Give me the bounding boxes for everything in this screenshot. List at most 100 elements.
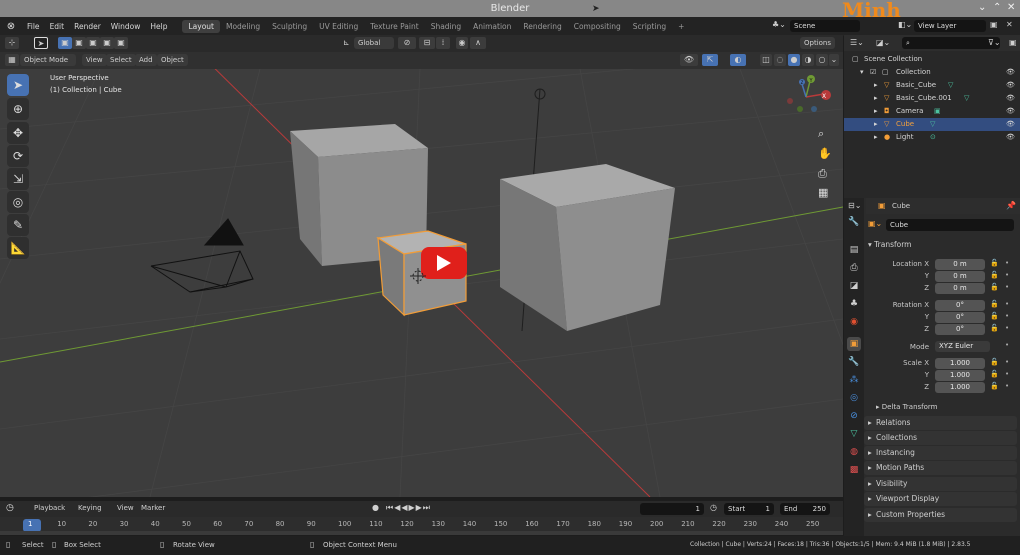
preview-range-icon[interactable]: ◷ [710, 503, 717, 512]
maximize-icon[interactable]: ⌃ [993, 3, 1001, 13]
menu-window[interactable]: Window [106, 22, 146, 31]
editor-type-icon[interactable]: ⊹ [5, 37, 19, 49]
menu-render[interactable]: Render [69, 22, 106, 31]
menu-edit[interactable]: Edit [45, 22, 70, 31]
annotate-tool-icon[interactable]: ✎ [7, 214, 29, 236]
menu-add[interactable]: Add [135, 54, 157, 66]
tab-compositing[interactable]: Compositing [568, 20, 627, 33]
eye-icon[interactable]: 👁 [1006, 131, 1015, 144]
display-mode-icon[interactable]: ◪⌄ [876, 38, 890, 47]
new-view-layer-icon[interactable]: ▣ [990, 20, 998, 29]
location-y-field[interactable]: 0 m [935, 271, 985, 282]
scale-y-field[interactable]: 1.000 [935, 370, 985, 381]
view-layer-tab-icon[interactable]: ◪ [847, 279, 861, 293]
keyframe-dot-icon[interactable]: • [1005, 341, 1009, 349]
timeline-menu-view[interactable]: View [117, 504, 134, 512]
move-tool-icon[interactable]: ✥ [7, 122, 29, 144]
menu-select[interactable]: Select [106, 54, 136, 66]
data-tab-icon[interactable]: ▽ [847, 427, 861, 441]
expand-arrow-icon[interactable]: ▸ [874, 131, 878, 144]
menu-view[interactable]: View [82, 54, 107, 66]
snap-toggle-icon[interactable]: ⊟ [419, 37, 435, 49]
close-icon[interactable]: ✕ [1007, 3, 1015, 13]
rendered-shading-icon[interactable]: ○ [816, 54, 828, 66]
scene-icon[interactable]: ♣⌄ [772, 20, 786, 29]
constraints-tab-icon[interactable]: ⊘ [847, 409, 861, 423]
keyframe-dot-icon[interactable]: • [1005, 300, 1009, 308]
rotation-mode-dropdown[interactable]: XYZ Euler [935, 341, 990, 352]
lock-icon[interactable]: 🔓 [990, 370, 999, 378]
shading-options-icon[interactable]: ⌄ [829, 54, 839, 66]
visibility-panel[interactable]: ▸ Visibility [864, 477, 1017, 491]
object-name-field[interactable]: Cube [886, 219, 1014, 231]
select-mode-subtract-icon[interactable]: ▣ [86, 37, 100, 49]
keyframe-dot-icon[interactable]: • [1005, 271, 1009, 279]
location-z-field[interactable]: 0 m [935, 283, 985, 294]
expand-arrow-icon[interactable]: ▸ [874, 105, 878, 118]
lock-icon[interactable]: 🔓 [990, 358, 999, 366]
tab-rendering[interactable]: Rendering [517, 20, 567, 33]
rotation-y-field[interactable]: 0° [935, 312, 985, 323]
tab-layout[interactable]: Layout [182, 20, 220, 33]
outliner-search-input[interactable]: ⌕ [902, 37, 1000, 49]
properties-editor-icon[interactable]: ⊟⌄ [848, 201, 861, 210]
object-mode-icon[interactable]: ▦ [5, 54, 19, 66]
outliner-item-selected[interactable]: ▸ ▽ Cube ▽ 👁 [844, 118, 1020, 131]
collections-panel[interactable]: ▸ Collections [864, 431, 1017, 445]
keyframe-dot-icon[interactable]: • [1005, 283, 1009, 291]
record-icon[interactable]: ● [372, 503, 379, 512]
output-tab-icon[interactable]: ⎙ [847, 261, 861, 275]
mesh-data-icon[interactable]: ▽ [930, 118, 935, 131]
overlays-toggle-icon[interactable]: ◐ [730, 54, 746, 66]
instancing-panel[interactable]: ▸ Instancing [864, 446, 1017, 460]
checkbox-icon[interactable]: ☑ [870, 66, 876, 79]
outliner-collection[interactable]: ▾ ☑ ▢ Collection 👁 [844, 66, 1020, 79]
tab-shading[interactable]: Shading [425, 20, 467, 33]
tab-scripting[interactable]: Scripting [627, 20, 672, 33]
expand-arrow-icon[interactable]: ▸ [874, 118, 878, 131]
solid-shading-icon[interactable]: ● [788, 54, 800, 66]
timeline-editor-icon[interactable]: ◷ [6, 503, 14, 513]
timeline-menu-marker[interactable]: Marker [141, 504, 165, 512]
gizmo-toggle-icon[interactable]: ⇱ [702, 54, 718, 66]
orientation-dropdown[interactable]: Global [354, 37, 394, 49]
perspective-toggle-icon[interactable]: ▦ [818, 186, 828, 199]
blender-logo-icon[interactable]: ⊗ [0, 21, 22, 32]
start-frame-field[interactable]: Start 1 [724, 503, 774, 515]
particles-tab-icon[interactable]: ⁂ [847, 373, 861, 387]
camera-view-icon[interactable]: ⎙ [818, 167, 827, 181]
measure-tool-icon[interactable]: 📐 [7, 237, 29, 259]
outliner-scene-collection[interactable]: ▢ Scene Collection [844, 53, 1020, 66]
keyframe-dot-icon[interactable]: • [1005, 370, 1009, 378]
timeline-menu-playback[interactable]: Playback [34, 504, 65, 512]
lock-icon[interactable]: 🔓 [990, 271, 999, 279]
view-layer-icon[interactable]: ◧⌄ [898, 20, 912, 29]
keyframe-dot-icon[interactable]: • [1005, 312, 1009, 320]
expand-arrow-icon[interactable]: ▾ [860, 66, 864, 79]
mode-dropdown[interactable]: Object Mode [20, 54, 76, 66]
tab-texture-paint[interactable]: Texture Paint [364, 20, 424, 33]
eye-icon[interactable]: 👁 [1006, 105, 1015, 118]
material-shading-icon[interactable]: ◑ [802, 54, 814, 66]
outliner-editor-icon[interactable]: ☰⌄ [850, 38, 864, 47]
pan-view-icon[interactable]: ✋ [818, 147, 832, 160]
eye-icon[interactable]: 👁 [1006, 92, 1015, 105]
keyframe-dot-icon[interactable]: • [1005, 358, 1009, 366]
scale-z-field[interactable]: 1.000 [935, 382, 985, 393]
select-mode-invert-icon[interactable]: ▣ [100, 37, 114, 49]
select-box-tool-icon[interactable]: ➤ [7, 74, 29, 96]
menu-file[interactable]: File [22, 22, 45, 31]
menu-object[interactable]: Object [157, 54, 188, 66]
timeline-menu-keying[interactable]: Keying [78, 504, 102, 512]
outliner-item[interactable]: ▸ ● Light ⊙ 👁 [844, 131, 1020, 144]
select-tool-icon[interactable]: ➤ [34, 37, 48, 49]
view-layer-selector[interactable]: View Layer [914, 20, 986, 32]
3d-viewport[interactable]: X Y Z User Perspective (1) Collection | … [0, 69, 843, 497]
transform-tool-icon[interactable]: ◎ [7, 191, 29, 213]
pivot-point-icon[interactable]: ⊘ [398, 37, 416, 49]
expand-arrow-icon[interactable]: ▸ [874, 92, 878, 105]
playback-controls-icon[interactable]: ⏮◀◀▶▶⏭ [386, 503, 431, 513]
zoom-view-icon[interactable]: ⌕ [818, 127, 824, 141]
lock-icon[interactable]: 🔓 [990, 259, 999, 267]
tab-sculpting[interactable]: Sculpting [266, 20, 313, 33]
